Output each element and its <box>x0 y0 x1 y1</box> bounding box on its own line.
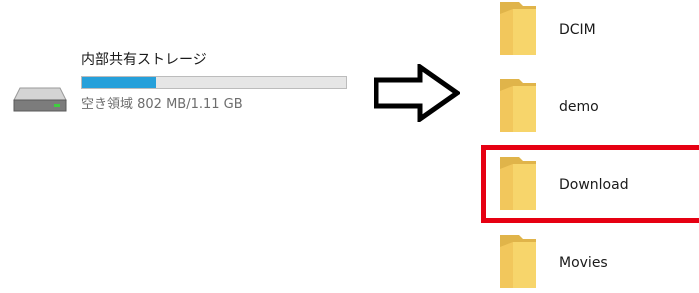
drive-name: 内部共有ストレージ <box>81 52 207 68</box>
folder-dcim[interactable]: DCIM <box>497 0 699 60</box>
free-space-text: 空き領域 802 MB/1.11 GB <box>81 97 243 112</box>
folder-icon <box>500 2 536 55</box>
folder-movies[interactable]: Movies <box>497 233 699 293</box>
right-arrow-icon <box>374 64 460 122</box>
folder-label: Movies <box>559 255 608 271</box>
folder-demo[interactable]: demo <box>497 77 699 137</box>
folder-icon <box>500 79 536 132</box>
folder-label: demo <box>559 99 599 115</box>
folder-icon <box>500 235 536 288</box>
storage-bar-fill <box>82 77 156 88</box>
hard-drive-icon <box>13 87 67 112</box>
highlight-box <box>481 145 699 223</box>
storage-bar <box>81 76 347 89</box>
folder-label: DCIM <box>559 22 596 38</box>
